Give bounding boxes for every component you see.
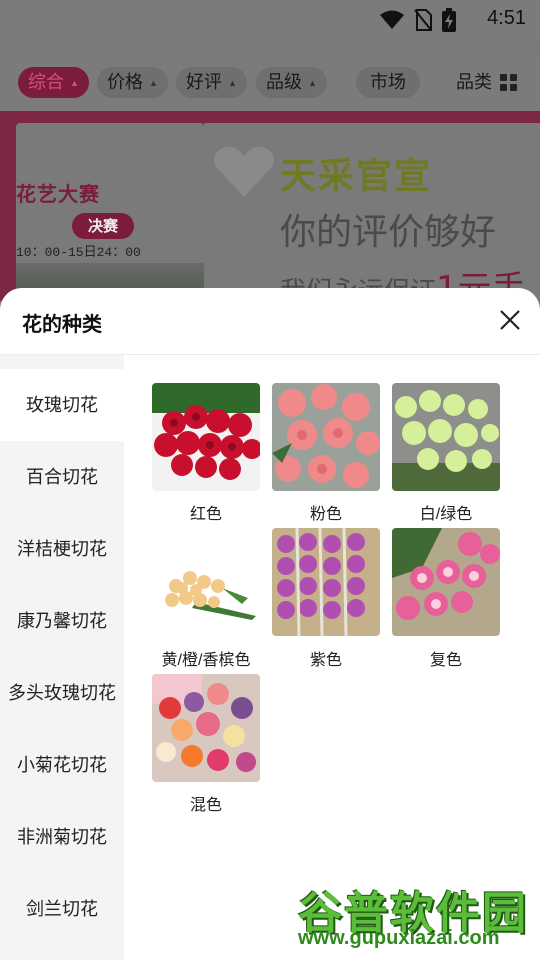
purple-roses-image (272, 528, 380, 636)
announcement-headline: 天采官宣 (280, 156, 433, 197)
status-bar: 4:51 (0, 0, 540, 40)
yellow-roses-image (152, 528, 260, 636)
variety-thumb-bicolor[interactable] (392, 528, 500, 636)
sort-arrow-icon: ▲ (228, 77, 237, 88)
variety-thumb-pink[interactable] (272, 383, 380, 491)
variety-label-pink: 粉色 (309, 506, 342, 523)
variety-thumb-mixed[interactable] (152, 674, 260, 782)
category-item-chrysanthemum[interactable]: 小菊花切花 (0, 729, 124, 801)
sort-arrow-icon: ▲ (149, 77, 158, 88)
contest-date: 10：00-15日24：00 (16, 245, 141, 260)
sort-arrow-icon: ▲ (308, 77, 317, 88)
flower-type-sheet: 花的种类 玫瑰切花 百合切花 洋桔梗切花 康乃馨切花 多头玫瑰切花 小菊花切花 … (0, 288, 540, 960)
chip-label: 品类 (456, 72, 492, 92)
contest-banner-card: 花艺大赛 决赛 10：00-15日24：00 (16, 123, 204, 301)
close-icon[interactable] (496, 306, 524, 334)
sort-chip-price[interactable]: 价格 ▲ (97, 67, 168, 98)
watermark-url: www.gupuxiazai.com (298, 927, 500, 949)
announcement-subline: 你的评价够好 (280, 212, 497, 253)
sheet-header: 花的种类 (0, 288, 540, 355)
variety-label-red: 红色 (189, 506, 222, 523)
pink-roses-image (272, 383, 380, 491)
chip-label: 品级 (266, 72, 302, 92)
contest-stage-badge: 决赛 (72, 213, 134, 239)
no-sim-icon (414, 9, 432, 31)
status-time: 4:51 (487, 7, 526, 29)
filter-bar: 综合 ▲ 价格 ▲ 好评 ▲ 品级 ▲ 市场 品类 (0, 52, 540, 112)
sheet-title: 花的种类 (22, 314, 102, 336)
category-sidebar: 玫瑰切花 百合切花 洋桔梗切花 康乃馨切花 多头玫瑰切花 小菊花切花 非洲菊切花… (0, 355, 124, 960)
chip-label: 好评 (186, 72, 222, 92)
variety-thumb-purple[interactable] (272, 528, 380, 636)
chip-label: 市场 (370, 72, 406, 92)
red-roses-image (152, 383, 260, 491)
category-item-eustoma[interactable]: 洋桔梗切花 (0, 513, 124, 585)
heart-icon (214, 146, 274, 197)
white-green-roses-image (392, 383, 500, 491)
site-watermark: 谷普软件园 www.gupuxiazai.com (296, 875, 538, 957)
chip-label: 综合 (28, 72, 64, 92)
variety-thumb-yellow-orange-champagne[interactable] (152, 528, 260, 636)
category-item-lily[interactable]: 百合切花 (0, 441, 124, 513)
sort-arrow-icon: ▲ (70, 77, 79, 88)
mixed-roses-image (152, 674, 260, 782)
sort-chip-comprehensive[interactable]: 综合 ▲ (18, 67, 89, 98)
variety-thumb-white-green[interactable] (392, 383, 500, 491)
category-item-carnation[interactable]: 康乃馨切花 (0, 585, 124, 657)
variety-label-bicolor: 复色 (429, 652, 462, 669)
bicolor-roses-image (392, 528, 500, 636)
variety-label-mixed: 混色 (189, 797, 222, 814)
variety-thumb-red[interactable] (152, 383, 260, 491)
variety-label-white-green: 白/绿色 (419, 506, 473, 523)
filter-chip-market[interactable]: 市场 (356, 67, 420, 98)
category-item-gerbera[interactable]: 非洲菊切花 (0, 801, 124, 873)
battery-charging-icon (442, 8, 456, 32)
sort-chip-rating[interactable]: 好评 ▲ (176, 67, 247, 98)
variety-label-purple: 紫色 (309, 652, 342, 669)
announcement-banner: 天采官宣 你的评价够好 我们永远保证1元手 (204, 123, 540, 301)
filter-chip-category[interactable]: 品类 (446, 67, 528, 98)
wifi-icon (380, 10, 404, 29)
grid-icon (500, 74, 518, 92)
category-item-spray-rose[interactable]: 多头玫瑰切花 (0, 657, 124, 729)
promo-banner[interactable]: 花艺大赛 决赛 10：00-15日24：00 天采官宣 你的评价够好 我们永远保… (0, 111, 540, 301)
sort-chip-grade[interactable]: 品级 ▲ (256, 67, 327, 98)
category-item-rose[interactable]: 玫瑰切花 (0, 369, 124, 441)
chip-label: 价格 (107, 72, 143, 92)
category-item-gladiolus[interactable]: 剑兰切花 (0, 873, 124, 945)
variety-label-yellow-orange-champagne: 黄/橙/香槟色 (161, 652, 251, 669)
contest-title: 花艺大赛 (16, 184, 100, 206)
